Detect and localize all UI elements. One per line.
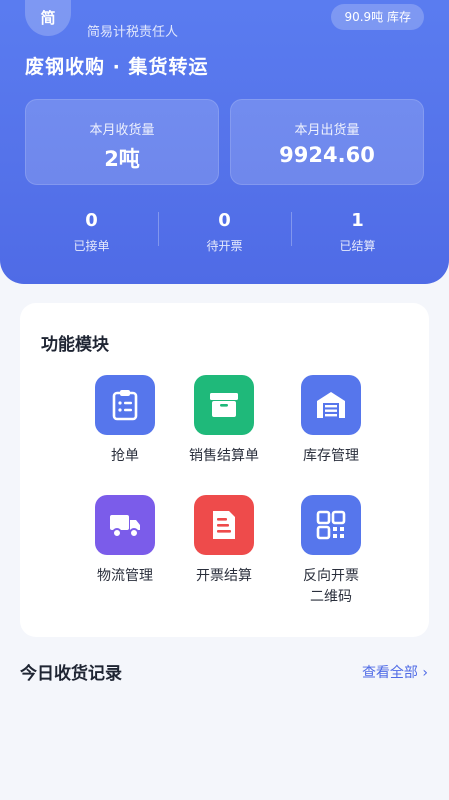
icon-tile: [95, 495, 155, 555]
warehouse-icon: [317, 392, 345, 418]
counter-value: 0: [218, 210, 231, 231]
stat-label: 本月收货量: [89, 123, 155, 138]
counter-label: 待开票: [206, 239, 243, 253]
view-all-link[interactable]: 查看全部 ›: [362, 662, 428, 682]
invoice-icon: [213, 511, 235, 539]
module-reverse-invoice-qr[interactable]: 反向开票 二维码: [263, 495, 399, 608]
counter-value: 1: [351, 210, 364, 231]
monthly-shipped-card[interactable]: 本月出货量 9924.60: [230, 99, 424, 185]
counter-pending-invoice[interactable]: 0 待开票: [158, 210, 291, 256]
section-title: 功能模块: [41, 335, 109, 355]
header-banner: 简 简易计税责任人 90.9吨 库存 废钢收购 · 集货转运 本月收货量 2吨 …: [0, 0, 449, 284]
box-icon: [210, 393, 238, 417]
module-inventory[interactable]: 库存管理: [263, 375, 399, 467]
counter-label: 已结算: [339, 239, 376, 253]
qr-code-icon: [316, 510, 346, 540]
avatar[interactable]: 简: [25, 0, 71, 36]
company-name: 废钢收购 · 集货转运: [25, 56, 209, 78]
monthly-received-card[interactable]: 本月收货量 2吨: [25, 99, 219, 185]
truck-icon: [110, 515, 140, 538]
icon-tile: [194, 375, 254, 435]
counter-label: 已接单: [73, 239, 110, 253]
stat-value: 2吨: [104, 147, 140, 171]
stat-label: 本月出货量: [294, 123, 360, 138]
function-modules-card: 功能模块 抢单 销售结算单 库存管理 物流管理 开票结算 反向开票 二维码: [20, 303, 429, 637]
clipboard-list-icon: [112, 390, 138, 421]
icon-tile: [95, 375, 155, 435]
order-counters: 0 已接单 0 待开票 1 已结算: [25, 210, 424, 256]
icon-tile: [301, 375, 361, 435]
icon-tile: [301, 495, 361, 555]
icon-tile: [194, 495, 254, 555]
user-role: 简易计税责任人: [87, 25, 179, 40]
counter-settled[interactable]: 1 已结算: [291, 210, 424, 256]
counter-value: 0: [85, 210, 98, 231]
stat-value: 9924.60: [279, 143, 375, 167]
counter-accepted[interactable]: 0 已接单: [25, 210, 158, 256]
module-label: 反向开票 二维码: [303, 568, 359, 605]
module-label: 库存管理: [303, 448, 359, 464]
recent-receipts-title: 今日收货记录: [20, 664, 122, 684]
stock-badge[interactable]: 90.9吨 库存: [331, 4, 424, 30]
